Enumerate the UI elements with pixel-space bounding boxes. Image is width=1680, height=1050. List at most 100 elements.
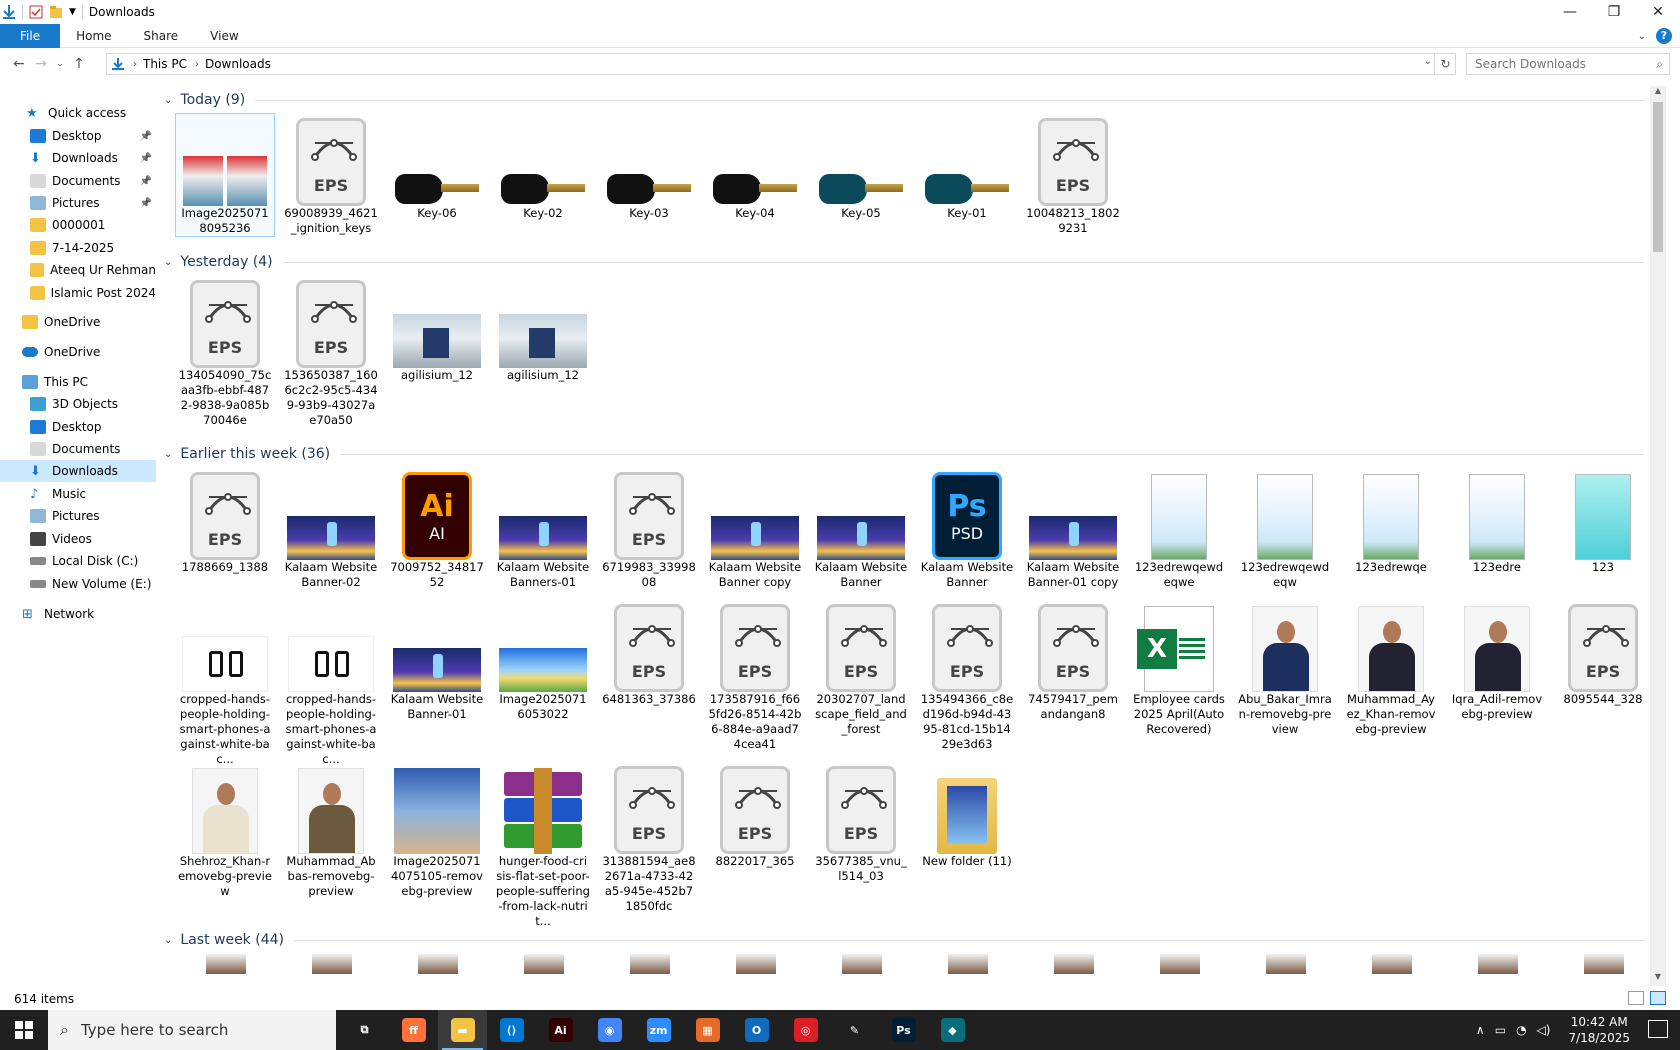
image-thumbnail[interactable]	[1372, 954, 1412, 974]
image-thumbnail[interactable]	[1160, 954, 1200, 974]
scroll-down-icon[interactable]: ▼	[1650, 972, 1666, 986]
file-item[interactable]: 123edre	[1448, 468, 1546, 575]
start-button[interactable]	[0, 1010, 48, 1050]
file-item[interactable]: EPS 8822017_365	[706, 762, 804, 869]
file-item[interactable]: Kalaam Website Banner-02	[282, 468, 380, 590]
new-folder-icon[interactable]	[49, 5, 63, 19]
sidebar-item-7-14-2025[interactable]: 7-14-2025	[0, 237, 156, 259]
sidebar-item-desktop[interactable]: Desktop 📌	[0, 125, 156, 147]
image-thumbnail[interactable]	[524, 954, 564, 974]
taskbar-photoshop-button[interactable]: Ps	[879, 1010, 928, 1050]
file-item[interactable]: Key-05	[812, 114, 910, 221]
file-item[interactable]: agilisium_12	[388, 276, 486, 383]
file-item[interactable]: EPS 134054090_75caa3fb-ebbf-4872-9838-9a0…	[176, 276, 274, 428]
taskbar-file-explorer-button[interactable]: ▬	[438, 1010, 487, 1050]
collapse-chevron-icon[interactable]: ⌄	[164, 449, 172, 460]
file-item[interactable]: cropped-hands-people-holding-smart-phone…	[176, 600, 274, 767]
taskbar-task-view-button[interactable]: ⧉	[340, 1010, 389, 1050]
file-item[interactable]: Kalaam Website Banner-01 copy	[1024, 468, 1122, 590]
file-item[interactable]: EPS 6481363_37386	[600, 600, 698, 707]
properties-icon[interactable]	[29, 5, 43, 19]
up-icon[interactable]: ↑	[68, 56, 90, 72]
pin-icon[interactable]: 📌	[140, 198, 152, 209]
group-header-today[interactable]: ⌄ Today (9)	[164, 90, 1644, 110]
scrollbar-thumb[interactable]	[1653, 102, 1663, 252]
sidebar-item-videos[interactable]: Videos	[0, 528, 156, 550]
file-item[interactable]: Kalaam Website Banner	[812, 468, 910, 590]
file-item[interactable]: EPS 135494366_c8ed196d-b94d-4395-81cd-15b…	[918, 600, 1016, 752]
group-header-earlier-this-week[interactable]: ⌄ Earlier this week (36)	[164, 444, 1644, 464]
file-item[interactable]: Key-03	[600, 114, 698, 221]
file-item[interactable]: EPS 153650387_1606c2c2-95c5-4349-93b9-430…	[282, 276, 380, 428]
file-item[interactable]: Key-02	[494, 114, 592, 221]
file-item[interactable]: EPS 74579417_pemandangan8	[1024, 600, 1122, 722]
file-item[interactable]: Iqra_Adil-removebg-preview	[1448, 600, 1546, 722]
folder-item[interactable]: New folder (11)	[918, 762, 1016, 869]
file-item[interactable]: EPS 173587916_f665fd26-8514-42b6-884e-a9a…	[706, 600, 804, 752]
taskbar-search-input[interactable]: ⌕ Type here to search	[48, 1010, 336, 1050]
sidebar-item-downloads[interactable]: ⬇ Downloads	[0, 460, 156, 482]
image-thumbnail[interactable]	[1478, 954, 1518, 974]
image-thumbnail[interactable]	[312, 954, 352, 974]
help-icon[interactable]: ?	[1656, 28, 1672, 44]
clock[interactable]: 10:42 AM 7/18/2025	[1568, 1014, 1630, 1046]
file-item[interactable]: Ps PSD Kalaam Website Banner	[918, 468, 1016, 590]
group-header-last-week[interactable]: ⌄ Last week (44)	[164, 930, 1644, 950]
notification-center-icon[interactable]	[1648, 1020, 1668, 1038]
file-item[interactable]: Image20250714075105-removebg-preview	[388, 762, 486, 899]
file-item[interactable]: Image20250718095236	[175, 113, 275, 237]
network-status-icon[interactable]: ▭	[1495, 1023, 1506, 1037]
taskbar-chrome-button[interactable]: ◉	[585, 1010, 634, 1050]
group-header-yesterday[interactable]: ⌄ Yesterday (4)	[164, 252, 1644, 272]
file-item[interactable]: EPS 313881594_ae82671a-4733-42a5-945e-452…	[600, 762, 698, 914]
file-item[interactable]: Kalaam Website Banners-01	[494, 468, 592, 590]
tab-share[interactable]: Share	[128, 24, 195, 48]
image-thumbnail[interactable]	[630, 954, 670, 974]
image-thumbnail[interactable]	[206, 954, 246, 974]
tab-view[interactable]: View	[194, 24, 254, 48]
sidebar-item-3d-objects[interactable]: 3D Objects	[0, 393, 156, 415]
file-item[interactable]: EPS 6719983_3399808	[600, 468, 698, 590]
sidebar-item-islamic-post-2024[interactable]: Islamic Post 2024	[0, 282, 156, 304]
file-item[interactable]: cropped-hands-people-holding-smart-phone…	[282, 600, 380, 767]
sidebar-item-0000001[interactable]: 0000001	[0, 214, 156, 236]
file-item[interactable]: Shehroz_Khan-removebg-preview	[176, 762, 274, 899]
image-thumbnail[interactable]	[1054, 954, 1094, 974]
image-thumbnail[interactable]	[1584, 954, 1624, 974]
breadcrumb-separator-icon[interactable]: ›	[195, 59, 199, 70]
sidebar-item-network[interactable]: ⊞ Network	[0, 603, 156, 625]
recent-locations-icon[interactable]: ⌄	[52, 59, 68, 69]
sidebar-item-onedrive[interactable]: OneDrive	[0, 311, 156, 333]
file-item[interactable]: Image20250716053022	[494, 600, 592, 722]
scroll-up-icon[interactable]: ▲	[1650, 86, 1666, 100]
address-bar[interactable]: › This PC › Downloads ⌄	[106, 53, 1435, 75]
file-item[interactable]: Kalaam Website Banner-01	[388, 600, 486, 722]
taskbar-winrar-button[interactable]: ▦	[683, 1010, 732, 1050]
maximize-button[interactable]: ❐	[1592, 0, 1636, 24]
taskbar-app-teal-button[interactable]: ◆	[928, 1010, 977, 1050]
expand-ribbon-icon[interactable]: ⌄	[1638, 31, 1646, 42]
taskbar-creative-cloud-button[interactable]: ◎	[781, 1010, 830, 1050]
pin-icon[interactable]: 📌	[140, 131, 152, 142]
collapse-chevron-icon[interactable]: ⌄	[164, 257, 172, 268]
collapse-chevron-icon[interactable]: ⌄	[164, 95, 172, 106]
breadcrumb-separator-icon[interactable]: ›	[133, 59, 137, 70]
image-thumbnail[interactable]	[948, 954, 988, 974]
file-item[interactable]: Abu_Bakar_Imran-removebg-preview	[1236, 600, 1334, 737]
file-item[interactable]: EPS 1788669_1388	[176, 468, 274, 575]
breadcrumb-downloads[interactable]: Downloads	[205, 57, 271, 71]
sidebar-item-new-volume-e[interactable]: New Volume (E:)	[0, 573, 156, 595]
file-item[interactable]: agilisium_12	[494, 276, 592, 383]
details-view-icon[interactable]	[1628, 991, 1644, 1005]
taskbar-outlook-button[interactable]: O	[732, 1010, 781, 1050]
sidebar-item-ateeq-ur-rehman[interactable]: Ateeq Ur Rehman	[0, 259, 156, 281]
file-item[interactable]: EPS 8095544_328	[1554, 600, 1650, 707]
file-item[interactable]: Ai AI 7009752_3481752	[388, 468, 486, 590]
image-thumbnail[interactable]	[736, 954, 776, 974]
volume-icon[interactable]: ◁)	[1537, 1023, 1551, 1037]
vertical-scrollbar[interactable]: ▲ ▼	[1650, 86, 1666, 986]
forward-icon[interactable]: →	[30, 56, 52, 72]
file-item[interactable]: 123edrewqe	[1342, 468, 1440, 575]
sidebar-item-onedrive[interactable]: OneDrive	[0, 341, 156, 363]
file-item[interactable]: EPS 35677385_vnu_l514_03	[812, 762, 910, 884]
